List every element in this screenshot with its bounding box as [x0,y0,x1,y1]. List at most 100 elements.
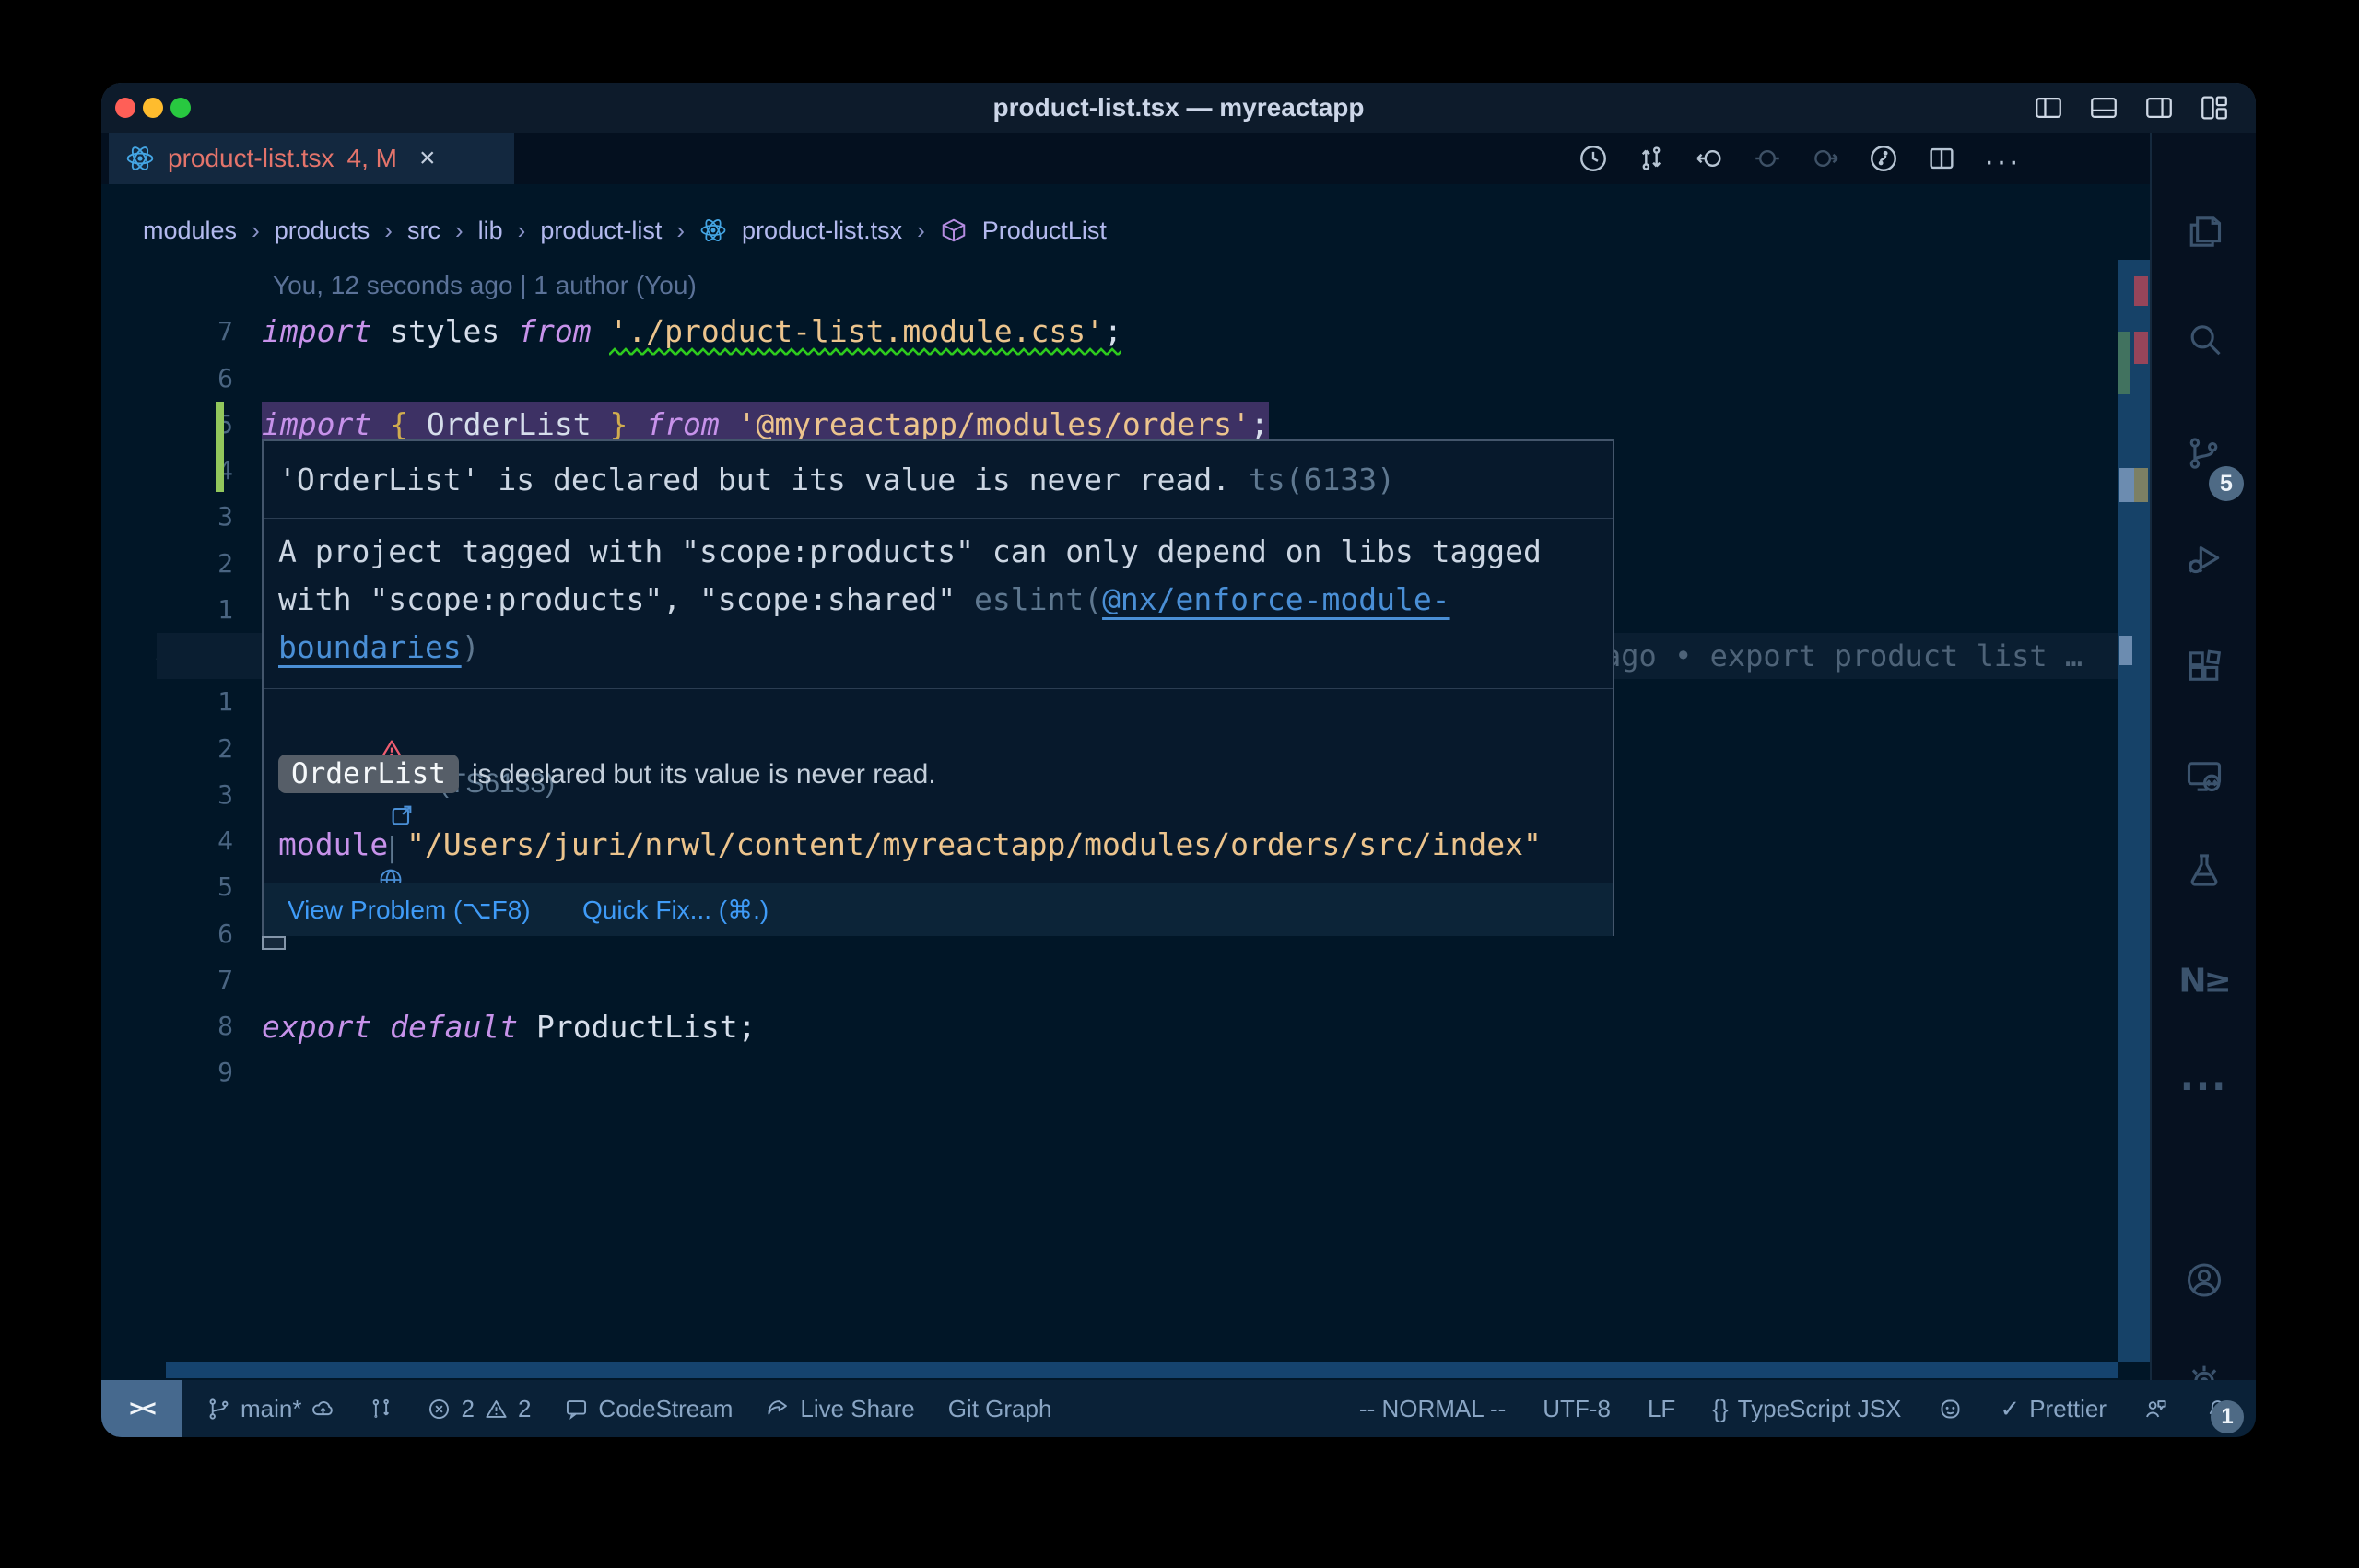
toggle-panel-icon[interactable] [2088,92,2119,128]
code-line[interactable]: export default ProductList; [262,1004,756,1050]
branch-icon [206,1397,231,1422]
line-number[interactable]: 9 [101,1049,233,1095]
line-number[interactable]: 6 [101,911,233,957]
punctuation: ; [1250,406,1269,442]
error-detail-row: OrderListis declared but its value is ne… [278,755,936,790]
quick-fix-action[interactable]: Quick Fix... (⌘.) [582,883,769,937]
prettier-item[interactable]: ✓Prettier [2000,1395,2107,1423]
symbol-badge: OrderList [278,755,459,793]
overview-error-mark [2134,276,2148,306]
breadcrumb-item[interactable]: product-list [540,216,662,245]
previous-change-icon[interactable] [1752,143,1783,179]
keyword: default [390,1009,536,1045]
overview-selection-mark [2119,468,2134,502]
react-file-icon [699,216,727,244]
problems-item[interactable]: 2 2 [427,1395,531,1423]
punctuation: { [390,406,427,442]
tooltip-resize-handle[interactable] [262,936,286,950]
line-number[interactable]: 5 [101,864,233,910]
next-change-icon[interactable] [1810,143,1841,179]
string-literal: '@myreactapp/modules/orders' [738,406,1250,442]
eslint-rule-link[interactable]: boundaries [278,629,462,665]
breadcrumb-separator-icon: › [384,216,393,245]
toggle-secondary-sidebar-icon[interactable] [2143,92,2175,128]
line-number[interactable]: 7 [101,309,233,355]
codestream-item[interactable]: CodeStream [564,1395,733,1423]
git-branch-item[interactable]: main* [206,1395,335,1423]
split-editor-icon[interactable] [1926,143,1957,179]
more-actions-icon[interactable]: ··· [1984,146,2021,177]
eslint-message-line1: A project tagged with "scope:products" c… [278,533,1542,569]
lint-squiggle [609,347,1121,357]
close-window-button[interactable] [115,98,135,118]
tab-close-icon[interactable]: × [419,143,436,174]
line-number[interactable]: 1 [101,679,233,725]
testing-icon[interactable] [2184,850,2224,895]
window-title: product-list.tsx — myreactapp [993,83,1365,133]
line-number[interactable]: 5 [101,402,233,448]
breadcrumb-item[interactable]: lib [478,216,503,245]
timeline-history-icon[interactable] [1578,143,1609,179]
live-share-item[interactable]: Live Share [766,1395,914,1423]
git-compare-item[interactable] [369,1397,393,1422]
keyword: import [262,313,390,349]
feedback-person-icon [2143,1397,2168,1422]
line-number[interactable]: 6 [101,356,233,402]
editor-actions: ··· [1578,143,2021,179]
additional-views-icon[interactable]: ··· [2180,1066,2228,1108]
navigate-back-icon[interactable] [1694,143,1725,179]
breadcrumb-item[interactable]: modules [143,216,237,245]
react-file-icon [125,144,155,173]
line-number[interactable]: 1 [101,587,233,633]
keyword: from [518,313,609,349]
error-hover-tooltip: 'OrderList' is declared but its value is… [262,439,1614,936]
remote-indicator-button[interactable]: >< [101,1380,182,1437]
line-number[interactable]: 2 [101,726,233,772]
tab-product-list[interactable]: product-list.tsx 4, M × [109,133,514,184]
zoom-window-button[interactable] [170,98,191,118]
eslint-rule-link[interactable]: @nx/enforce-module- [1102,581,1450,617]
horizontal-scrollbar[interactable] [166,1362,2118,1378]
nx-console-icon[interactable]: N≥ [2178,963,2228,1000]
vim-mode-indicator[interactable]: -- NORMAL -- [1359,1395,1506,1423]
breadcrumb-item[interactable]: products [275,216,370,245]
ts-error-message: 'OrderList' is declared but its value is… [278,462,1395,497]
line-number[interactable]: 4 [101,448,233,494]
breadcrumb-separator-icon: › [455,216,464,245]
line-number[interactable]: 7 [101,957,233,1003]
explorer-icon[interactable] [2184,212,2224,257]
github-item[interactable] [1938,1397,1963,1422]
extensions-icon[interactable] [2184,647,2224,692]
identifier: styles [390,313,518,349]
string-literal: './product-list.module.css' [610,313,1104,349]
compare-changes-icon[interactable] [1636,143,1667,179]
search-icon[interactable] [2184,321,2224,366]
line-number[interactable]: 3 [101,772,233,818]
cloud-upload-icon [311,1397,335,1422]
eol-indicator[interactable]: LF [1648,1395,1675,1423]
tab-bar: product-list.tsx 4, M × ··· [101,133,2150,184]
remote-explorer-icon[interactable] [2184,756,2224,802]
encoding-indicator[interactable]: UTF-8 [1543,1395,1611,1423]
breadcrumb-item[interactable]: src [407,216,440,245]
toggle-primary-sidebar-icon[interactable] [2033,92,2064,128]
customize-layout-icon[interactable] [2199,92,2230,128]
line-number[interactable]: 2 [101,541,233,587]
line-number[interactable]: 8 [101,1003,233,1049]
line-number[interactable]: 4 [101,818,233,864]
view-problem-action[interactable]: View Problem (⌥F8) [288,883,531,937]
vertical-scrollbar[interactable] [2118,260,2150,1362]
feedback-item[interactable] [2143,1397,2168,1422]
warning-triangle-icon [484,1397,509,1422]
git-graph-file-icon[interactable] [1868,143,1899,179]
breadcrumb-separator-icon: › [917,216,925,245]
account-icon[interactable] [2184,1260,2224,1305]
run-debug-icon[interactable] [2184,539,2224,584]
breadcrumb-symbol[interactable]: ProductList [982,216,1107,245]
breadcrumb-file[interactable]: product-list.tsx [742,216,902,245]
line-number[interactable]: 3 [101,494,233,540]
git-graph-item[interactable]: Git Graph [948,1395,1052,1423]
language-indicator[interactable]: {}TypeScript JSX [1712,1395,1901,1423]
open-external-icon[interactable] [389,802,415,828]
minimize-window-button[interactable] [143,98,163,118]
